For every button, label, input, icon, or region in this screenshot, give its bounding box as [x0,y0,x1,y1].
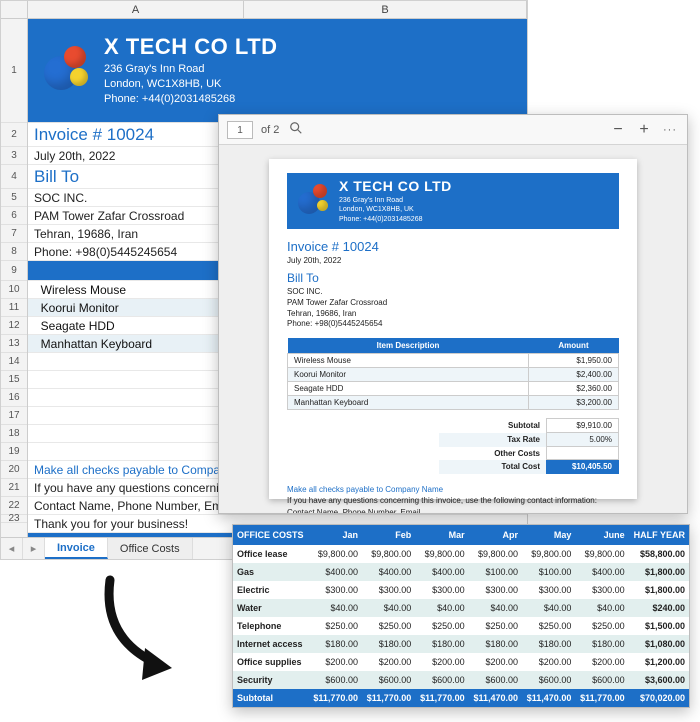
row-header[interactable]: 10 [1,281,27,299]
th-desc: Item Description [288,338,529,354]
pdf-page: X TECH CO LTD 236 Gray's Inn Road London… [269,159,637,499]
company-name: X TECH CO LTD [339,178,452,194]
row-headers: 1234567891011121314151617181920212223 [1,19,28,537]
pdf-company-banner: X TECH CO LTD 236 Gray's Inn Road London… [287,173,619,229]
page-number-input[interactable]: 1 [227,121,253,139]
row-header[interactable]: 21 [1,479,27,497]
costs-row: Internet access$180.00$180.00$180.00$180… [233,635,689,653]
corner-cell[interactable] [1,1,28,18]
company-address: 236 Gray's Inn Road London, WC1X8HB, UK … [104,62,278,107]
costs-subtotal-row: Subtotal$11,770.00$11,770.00$11,770.00$1… [233,689,689,707]
row-header[interactable]: 3 [1,147,27,165]
col-header-a[interactable]: A [28,1,244,18]
pdf-page-area[interactable]: X TECH CO LTD 236 Gray's Inn Road London… [219,145,687,513]
row-header[interactable]: 11 [1,299,27,317]
office-costs-window: OFFICE COSTSJanFebMarAprMayJuneHALF YEAR… [232,524,690,708]
costs-col-header: May [522,525,575,545]
costs-row: Telephone$250.00$250.00$250.00$250.00$25… [233,617,689,635]
pdf-totals: Subtotal$9,910.00 Tax Rate5.00% Other Co… [287,418,619,474]
pdf-item-row: Koorui Monitor$2,400.00 [288,368,619,382]
company-banner: X TECH CO LTD 236 Gray's Inn Road London… [28,19,527,123]
costs-col-header: June [575,525,628,545]
excel-col-headers: A B [1,1,527,19]
pdf-items-table: Item Description Amount Wireless Mouse$1… [287,338,619,410]
zoom-in-icon[interactable]: + [635,121,653,139]
page-of-label: of 2 [261,124,279,136]
pdf-billto-address: SOC INC. PAM Tower Zafar Crossroad Tehra… [287,287,619,330]
row-header[interactable]: 8 [1,243,27,261]
pdf-item-row: Seagate HDD$2,360.00 [288,382,619,396]
tab-nav-next-icon[interactable]: ▸ [23,538,45,559]
costs-row: Office supplies$200.00$200.00$200.00$200… [233,653,689,671]
row-header[interactable]: 14 [1,353,27,371]
costs-row: Water$40.00$40.00$40.00$40.00$40.00$40.0… [233,599,689,617]
row-header[interactable]: 6 [1,207,27,225]
row-header[interactable]: 9 [1,261,27,281]
pdf-footer-notes: Make all checks payable to Company Name … [287,484,619,513]
costs-row: Office lease$9,800.00$9,800.00$9,800.00$… [233,545,689,563]
company-logo-icon [42,46,92,96]
zoom-out-icon[interactable]: − [609,121,627,139]
row-header[interactable]: 12 [1,317,27,335]
company-name: X TECH CO LTD [104,34,278,60]
costs-col-header: Jan [309,525,362,545]
row-header[interactable]: 13 [1,335,27,353]
pdf-invoice-number: Invoice # 10024 [287,239,619,254]
row-header[interactable]: 15 [1,371,27,389]
row-header[interactable]: 20 [1,461,27,479]
costs-row: Electric$300.00$300.00$300.00$300.00$300… [233,581,689,599]
arrow-icon [90,570,210,690]
col-header-b[interactable]: B [244,1,527,18]
office-costs-table: OFFICE COSTSJanFebMarAprMayJuneHALF YEAR… [233,525,689,707]
row-header[interactable]: 7 [1,225,27,243]
row-header[interactable]: 4 [1,165,27,189]
costs-col-header: Mar [415,525,468,545]
tab-invoice[interactable]: Invoice [45,538,108,559]
row-header[interactable]: 5 [1,189,27,207]
pdf-item-row: Manhattan Keyboard$3,200.00 [288,396,619,410]
costs-col-header: HALF YEAR [629,525,689,545]
row-header[interactable]: 19 [1,443,27,461]
row-header[interactable]: 16 [1,389,27,407]
tab-office-costs[interactable]: Office Costs [108,538,193,559]
costs-row: Security$600.00$600.00$600.00$600.00$600… [233,671,689,689]
row-header[interactable]: 18 [1,425,27,443]
company-logo-icon [297,184,331,218]
tab-nav-prev-icon[interactable]: ◂ [1,538,23,559]
pdf-preview-window: 1 of 2 − + ··· X TECH CO LTD 236 Gray's … [218,114,688,514]
row-header[interactable]: 1 [1,19,27,123]
row-header[interactable]: 17 [1,407,27,425]
search-icon[interactable] [287,121,305,138]
costs-rowlabel-header: OFFICE COSTS [233,525,309,545]
th-amount: Amount [529,338,619,354]
pdf-billto-header: Bill To [287,271,619,285]
costs-row: Gas$400.00$400.00$400.00$100.00$100.00$4… [233,563,689,581]
pdf-item-row: Wireless Mouse$1,950.00 [288,354,619,368]
row-header[interactable]: 2 [1,123,27,147]
costs-col-header: Feb [362,525,415,545]
more-icon[interactable]: ··· [661,124,679,136]
costs-col-header: Apr [469,525,522,545]
row-header[interactable]: 23 [1,515,27,523]
pdf-date: July 20th, 2022 [287,256,619,265]
company-address: 236 Gray's Inn Road London, WC1X8HB, UK … [339,196,452,224]
pdf-toolbar: 1 of 2 − + ··· [219,115,687,145]
